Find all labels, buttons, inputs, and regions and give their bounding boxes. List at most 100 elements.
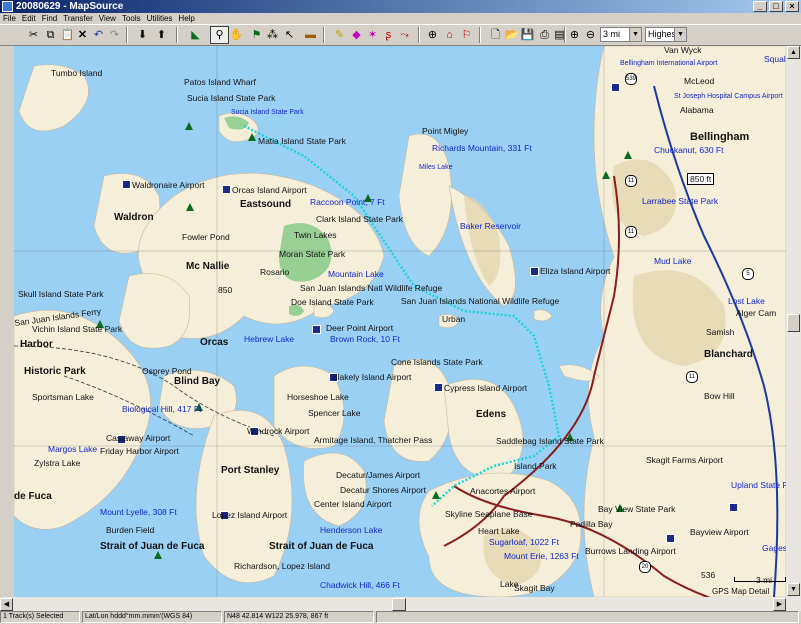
map-label: Rosario	[260, 267, 290, 277]
vertical-scrollbar[interactable]: ▲ ▼	[786, 46, 801, 597]
map-label: Blind Bay	[174, 376, 221, 387]
park-icon	[248, 133, 256, 141]
chevron-down-icon[interactable]: ▼	[674, 28, 686, 41]
menu-view[interactable]: View	[96, 13, 119, 24]
map-label: Richards Mountain, 331 Ft	[432, 143, 532, 153]
measure-tool-icon[interactable]: ▬	[302, 27, 319, 43]
open-file-icon[interactable]: 📂	[503, 27, 520, 43]
waypoint-tool-icon[interactable]: ⚑	[248, 27, 265, 43]
receive-from-device-icon[interactable]: ⬇	[134, 27, 151, 43]
map-label: Skyline Seaplane Base	[445, 509, 533, 519]
park-icon	[432, 491, 440, 499]
map-label: 536	[701, 570, 716, 580]
app-icon	[2, 1, 13, 12]
scroll-right-icon[interactable]: ▶	[773, 598, 786, 611]
track-select-icon[interactable]: ⤳	[396, 27, 413, 43]
minimize-button[interactable]: _	[753, 1, 767, 12]
airport-icon	[729, 503, 738, 512]
route-shield-icon: 11	[625, 175, 637, 187]
map-select-icon[interactable]: ✶	[364, 27, 381, 43]
airport-icon	[666, 534, 675, 543]
delete-icon[interactable]: ✕	[74, 27, 91, 43]
map-label: de Fuca	[14, 491, 52, 502]
airport-icon	[222, 185, 231, 194]
menu-file[interactable]: File	[0, 13, 19, 24]
scroll-left-icon[interactable]: ◀	[0, 598, 13, 611]
detail-select[interactable]: Highest ▼	[645, 27, 687, 42]
map-label: Samish	[706, 327, 735, 337]
map-label: Padilla Bay	[570, 519, 613, 529]
scroll-thumb[interactable]	[787, 314, 800, 332]
zoom-out-icon[interactable]: ⊖	[582, 27, 599, 43]
select-tool-icon[interactable]: ◣	[187, 27, 204, 43]
hand-tool-icon[interactable]: ✋	[228, 27, 245, 43]
map-label: Larrabee State Park	[642, 196, 719, 206]
map-label: Horseshoe Lake	[287, 392, 349, 402]
map-label: Matia Island State Park	[258, 136, 346, 146]
toolbar: ✂ ⧉ 📋 ✕ ↶ ↷ ⬇ ⬆ ◣ ⚲ ✋ ⚑ ⁂ ↖ ▬ ✎ ◆ ✶ ʂ ⤳ …	[0, 24, 801, 46]
map-label: Port Stanley	[221, 465, 280, 476]
airport-icon	[530, 267, 539, 276]
find-places-icon[interactable]: ⌂	[441, 27, 458, 43]
map-label: Orcas Island Airport	[232, 185, 307, 195]
map-label: Bellingham International Airport	[620, 60, 718, 67]
scale-select[interactable]: 3 mi ▼	[600, 27, 642, 42]
map-label: Strait of Juan de Fuca	[100, 541, 205, 552]
map-label: Orcas	[200, 337, 229, 348]
map-label: Anacortes Airport	[470, 486, 536, 496]
redo-icon[interactable]: ↷	[106, 27, 123, 43]
save-file-icon[interactable]: 💾	[519, 27, 536, 43]
route-select-icon[interactable]: ʂ	[380, 27, 397, 43]
map-label: Friday Harbor Airport	[100, 446, 179, 456]
send-to-device-icon[interactable]: ⬆	[153, 27, 170, 43]
menu-help[interactable]: Help	[175, 13, 197, 24]
zoom-in-icon[interactable]: ⊕	[566, 27, 583, 43]
menu-utilities[interactable]: Utilities	[144, 13, 176, 24]
cut-icon[interactable]: ✂	[25, 27, 42, 43]
map-label: Vichin Island State Park	[32, 324, 123, 334]
chevron-down-icon[interactable]: ▼	[629, 28, 641, 41]
menu-find[interactable]: Find	[39, 13, 61, 24]
maximize-button[interactable]: □	[769, 1, 783, 12]
horizontal-scrollbar[interactable]: ◀ ▶	[0, 597, 801, 611]
map-canvas[interactable]: 11 11 11 5 20 539 Tumbo Island Patos Isl…	[14, 46, 786, 597]
map-label: 850	[218, 285, 233, 295]
map-label: Waldronaire Airport	[132, 180, 205, 190]
zoom-tool-icon[interactable]: ⚲	[210, 26, 229, 44]
route-tool-icon[interactable]: ⁂	[264, 27, 281, 43]
pointer-icon[interactable]: ↖	[281, 27, 298, 43]
map-label: Sucia Island State Park	[187, 93, 276, 103]
map-label: Decatur/James Airport	[336, 470, 421, 480]
undo-icon[interactable]: ↶	[90, 27, 107, 43]
new-file-icon[interactable]: 🗋	[487, 27, 504, 43]
map-label: Blanchard	[704, 349, 753, 360]
status-position: N48 42.814 W122 25.978, 867 ft	[224, 611, 374, 623]
map-label: Windrock Airport	[247, 426, 310, 436]
map-label: Skagit Farms Airport	[646, 455, 723, 465]
scroll-thumb[interactable]	[392, 598, 406, 611]
map-tool-icon[interactable]: ✎	[331, 27, 348, 43]
menu-bar: File Edit Find Transfer View Tools Utili…	[0, 13, 801, 24]
map-label: Miles Lake	[419, 164, 453, 171]
erase-map-icon[interactable]: ◆	[348, 27, 365, 43]
copy-icon[interactable]: ⧉	[42, 27, 59, 43]
title-bar: 20080629 - MapSource _ □ ×	[0, 0, 801, 13]
map-label: Twin Lakes	[294, 230, 337, 240]
map-label: Skull Island State Park	[18, 289, 104, 299]
map-label: Sugarloaf, 1022 Ft	[489, 537, 559, 547]
map-label: Eliza Island Airport	[540, 266, 611, 276]
park-icon	[186, 203, 194, 211]
close-button[interactable]: ×	[785, 1, 799, 12]
scroll-up-icon[interactable]: ▲	[787, 46, 800, 59]
find-icon[interactable]: ⊕	[424, 27, 441, 43]
menu-tools[interactable]: Tools	[119, 13, 144, 24]
menu-transfer[interactable]: Transfer	[60, 13, 96, 24]
map-label: Castaway Airport	[106, 433, 171, 443]
scroll-down-icon[interactable]: ▼	[787, 583, 800, 596]
detail-indicator: GPS Map Detail	[712, 587, 770, 596]
map-label: Mountain Lake	[328, 269, 384, 279]
route-places-icon[interactable]: ⚐	[458, 27, 475, 43]
route-shield-icon: 11	[625, 226, 637, 238]
map-label: Baker Reservoir	[460, 221, 521, 231]
menu-edit[interactable]: Edit	[19, 13, 39, 24]
